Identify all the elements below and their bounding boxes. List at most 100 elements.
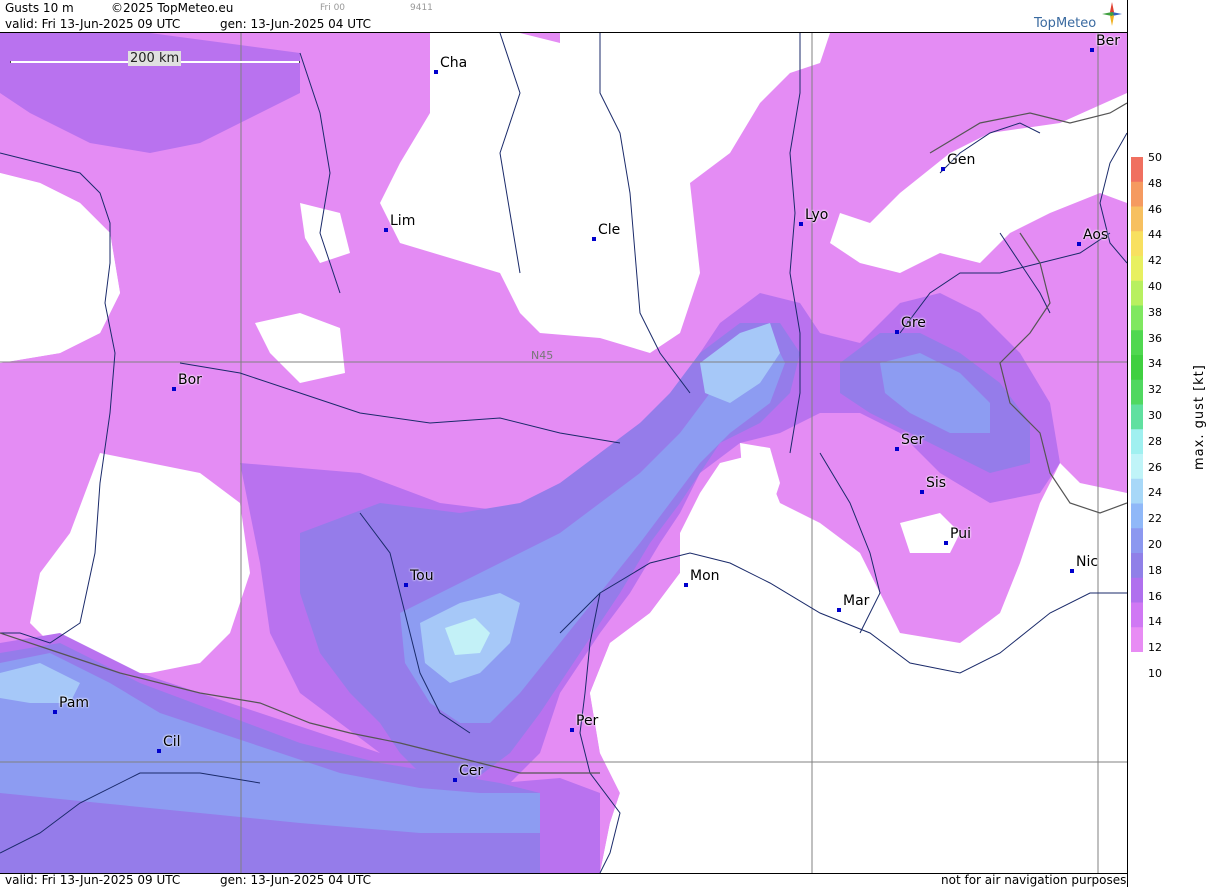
- legend-tick-label: 12: [1148, 641, 1162, 655]
- compass-star-icon: [1102, 2, 1122, 26]
- legend-colorbar: [1131, 157, 1143, 652]
- legend-tick-label: 50: [1148, 151, 1162, 164]
- legend-swatch: [1131, 503, 1143, 529]
- city-dot: [384, 228, 388, 232]
- city-label: Cer: [459, 763, 484, 779]
- map-area[interactable]: 200 km N45 Cha Ber Gen Lim Cle Lyo Aos G…: [0, 32, 1127, 874]
- city-dot: [453, 778, 457, 782]
- copyright-text: ©2025 TopMeteo.eu: [111, 1, 234, 15]
- header-bar: Gusts 10 m ©2025 TopMeteo.eu Fri 00 9411…: [0, 0, 1127, 32]
- legend-title: max. gust [kt]: [1192, 364, 1207, 470]
- city-label: Cle: [598, 222, 621, 238]
- legend-tick-label: 44: [1148, 228, 1162, 242]
- city-label: Mon: [690, 568, 720, 584]
- city-dot: [895, 447, 899, 451]
- city-label: Ber: [1096, 33, 1120, 49]
- legend-tick-label: 20: [1148, 538, 1162, 551]
- city-dot: [157, 749, 161, 753]
- legend-swatch: [1131, 305, 1143, 331]
- legend-swatch: [1131, 528, 1143, 554]
- city-label: Cha: [440, 55, 468, 71]
- legend-tick-label: 32: [1148, 383, 1162, 397]
- scale-bar-label: 200 km: [128, 51, 182, 66]
- legend-swatch: [1131, 429, 1143, 455]
- legend-swatch: [1131, 256, 1143, 282]
- city-label: Bor: [178, 372, 202, 388]
- footer-valid-time: valid: Fri 13-Jun-2025 09 UTC: [5, 873, 181, 887]
- city-dot: [1090, 48, 1094, 52]
- city-label: Per: [576, 713, 599, 729]
- city-dot: [684, 583, 688, 587]
- city-dot: [434, 70, 438, 74]
- city-dot: [799, 222, 803, 226]
- legend-swatch: [1131, 330, 1143, 356]
- product-title: Gusts 10 m: [5, 1, 74, 15]
- legend-tick-label: 18: [1148, 563, 1162, 577]
- city-dot: [944, 541, 948, 545]
- city-dot: [404, 583, 408, 587]
- legend-tick-label: 22: [1148, 512, 1162, 526]
- legend-tick-label: 34: [1148, 357, 1162, 371]
- legend-swatch: [1131, 355, 1143, 381]
- legend-tick-label: 26: [1148, 460, 1162, 474]
- city-label: Nic: [1076, 554, 1099, 570]
- city-dot: [941, 167, 945, 171]
- legend-tick-label: 28: [1148, 434, 1162, 448]
- legend-tick-label: 10: [1148, 667, 1162, 680]
- legend-tick-label: 16: [1148, 589, 1162, 603]
- latitude-label: N45: [531, 349, 554, 362]
- city-label: Tou: [410, 568, 434, 584]
- product-code: 9411: [410, 3, 433, 13]
- legend-tick-label: 24: [1148, 486, 1162, 500]
- forecast-step: Fri 00: [320, 3, 346, 13]
- generated-time: gen: 13-Jun-2025 04 UTC: [220, 17, 372, 31]
- legend-tick-label: 14: [1148, 615, 1162, 629]
- city-label: Cil: [163, 734, 181, 750]
- city-label: Sis: [926, 475, 947, 491]
- footer-generated-time: gen: 13-Jun-2025 04 UTC: [220, 873, 372, 887]
- legend-swatch: [1131, 181, 1143, 207]
- legend-swatch: [1131, 157, 1143, 183]
- topmeteo-logo: TopMeteo: [1034, 2, 1124, 32]
- valid-time: valid: Fri 13-Jun-2025 09 UTC: [5, 17, 181, 31]
- city-dot: [172, 387, 176, 391]
- legend-swatch: [1131, 478, 1143, 504]
- legend-tick-label: 36: [1148, 331, 1162, 345]
- city-dot: [920, 490, 924, 494]
- city-dot: [592, 237, 596, 241]
- city-dot: [895, 330, 899, 334]
- legend-swatch: [1131, 602, 1143, 628]
- legend-tick-label: 46: [1148, 202, 1162, 216]
- city-label: Aos: [1083, 227, 1109, 243]
- legend-swatch: [1131, 404, 1143, 430]
- legend-tick-label: 48: [1148, 176, 1162, 190]
- city-dot: [837, 608, 841, 612]
- city-label: Gre: [901, 315, 926, 331]
- legend-tick-label: 30: [1148, 409, 1162, 422]
- legend-tick-label: 38: [1148, 305, 1162, 319]
- city-dot: [1070, 569, 1074, 573]
- logo-text: TopMeteo: [1034, 16, 1097, 31]
- legend-swatch: [1131, 627, 1143, 652]
- legend-swatch: [1131, 454, 1143, 480]
- legend-swatch: [1131, 280, 1143, 306]
- disclaimer-text: not for air navigation purposes: [941, 873, 1127, 887]
- city-label: Lim: [390, 213, 416, 229]
- city-label: Mar: [843, 593, 870, 609]
- legend-swatch: [1131, 231, 1143, 257]
- legend-tick-label: 42: [1148, 254, 1162, 268]
- footer-bar: valid: Fri 13-Jun-2025 09 UTC gen: 13-Ju…: [0, 872, 1127, 887]
- legend-swatch: [1131, 206, 1143, 232]
- city-label: Pam: [59, 695, 90, 711]
- legend-swatch: [1131, 379, 1143, 405]
- scale-bar: 200 km: [10, 51, 300, 69]
- city-dot: [53, 710, 57, 714]
- city-dot: [570, 728, 574, 732]
- city-label: Gen: [947, 152, 976, 168]
- city-label: Ser: [901, 432, 925, 448]
- legend-swatch: [1131, 553, 1143, 579]
- city-dot: [1077, 242, 1081, 246]
- legend-swatch: [1131, 577, 1143, 603]
- city-label: Pui: [950, 526, 971, 542]
- city-label: Lyo: [805, 207, 829, 223]
